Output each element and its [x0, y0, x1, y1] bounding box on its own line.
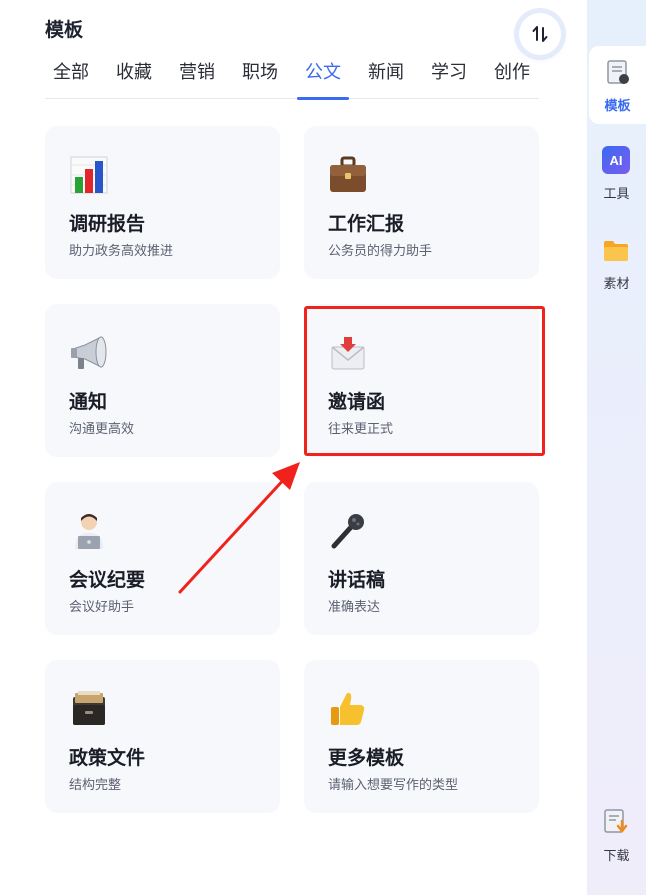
briefcase-icon [330, 156, 366, 192]
sidebar-item-label: 素材 [603, 277, 630, 292]
sidebar-item-label: 工具 [603, 187, 630, 202]
tab-workplace[interactable]: 职场 [242, 58, 278, 99]
card-title: 邀请函 [328, 391, 386, 413]
page-title: 模板 [45, 19, 84, 41]
laptop-person-icon [75, 514, 103, 549]
file-cabinet-icon [73, 691, 105, 725]
template-panel: 模板 全部 收藏 营销 职场 公文 新闻 学习 创作 调研报告 助力政务高效推进 [0, 0, 587, 895]
sidebar-item-download[interactable]: 下载 [587, 796, 646, 874]
tab-favorites[interactable]: 收藏 [116, 58, 152, 99]
ai-icon-text: AI [609, 152, 623, 168]
card-subtitle: 沟通更高效 [69, 422, 135, 437]
card-title: 通知 [69, 391, 108, 413]
right-sidebar: 模板 AI 工具 素材 下载 [587, 0, 646, 895]
card-subtitle: 结构完整 [69, 778, 122, 793]
tab-study[interactable]: 学习 [431, 58, 467, 99]
card-subtitle: 助力政务高效推进 [69, 244, 174, 259]
folder-icon [604, 241, 628, 261]
tab-official-documents[interactable]: 公文 [297, 58, 349, 100]
template-card-meeting-minutes[interactable]: 会议纪要 会议好助手 [45, 482, 280, 635]
tab-marketing[interactable]: 营销 [179, 58, 215, 99]
template-card-research-report[interactable]: 调研报告 助力政务高效推进 [45, 126, 280, 279]
sidebar-item-label: 下载 [603, 849, 630, 864]
sidebar-item-templates[interactable]: 模板 [589, 46, 646, 124]
card-title: 工作汇报 [328, 213, 405, 235]
envelope-icon [331, 337, 365, 370]
bar-chart-icon [70, 156, 108, 194]
download-icon [604, 809, 628, 833]
card-title: 讲话稿 [328, 569, 386, 591]
template-card-policy-document[interactable]: 政策文件 结构完整 [45, 660, 280, 813]
card-subtitle: 往来更正式 [328, 422, 394, 437]
card-subtitle: 请输入想要写作的类型 [328, 778, 459, 793]
ai-icon: AI [602, 146, 630, 174]
card-subtitle: 公务员的得力助手 [328, 244, 433, 259]
card-title: 会议纪要 [69, 569, 146, 591]
template-card-invitation[interactable]: 邀请函 往来更正式 [304, 304, 539, 457]
card-title: 更多模板 [328, 747, 405, 769]
thumbs-up-icon [331, 692, 365, 725]
template-card-more-templates[interactable]: 更多模板 请输入想要写作的类型 [304, 660, 539, 813]
megaphone-icon [71, 336, 107, 369]
microphone-icon [331, 514, 364, 549]
category-tabs: 全部 收藏 营销 职场 公文 新闻 学习 创作 [45, 58, 539, 100]
tab-news[interactable]: 新闻 [368, 58, 404, 99]
template-card-work-report[interactable]: 工作汇报 公务员的得力助手 [304, 126, 539, 279]
template-icon [607, 60, 629, 84]
sidebar-item-tools[interactable]: AI 工具 [587, 134, 646, 212]
sort-icon [532, 26, 548, 42]
tab-creation[interactable]: 创作 [494, 58, 530, 99]
sidebar-item-materials[interactable]: 素材 [587, 224, 646, 302]
sort-toggle-button[interactable] [519, 13, 561, 55]
template-card-speech-draft[interactable]: 讲话稿 准确表达 [304, 482, 539, 635]
card-subtitle: 准确表达 [328, 600, 381, 615]
card-title: 调研报告 [69, 213, 146, 235]
sidebar-item-label: 模板 [604, 99, 631, 114]
card-title: 政策文件 [69, 747, 146, 769]
tab-all[interactable]: 全部 [53, 58, 89, 99]
card-subtitle: 会议好助手 [69, 600, 135, 615]
template-card-notice[interactable]: 通知 沟通更高效 [45, 304, 280, 457]
